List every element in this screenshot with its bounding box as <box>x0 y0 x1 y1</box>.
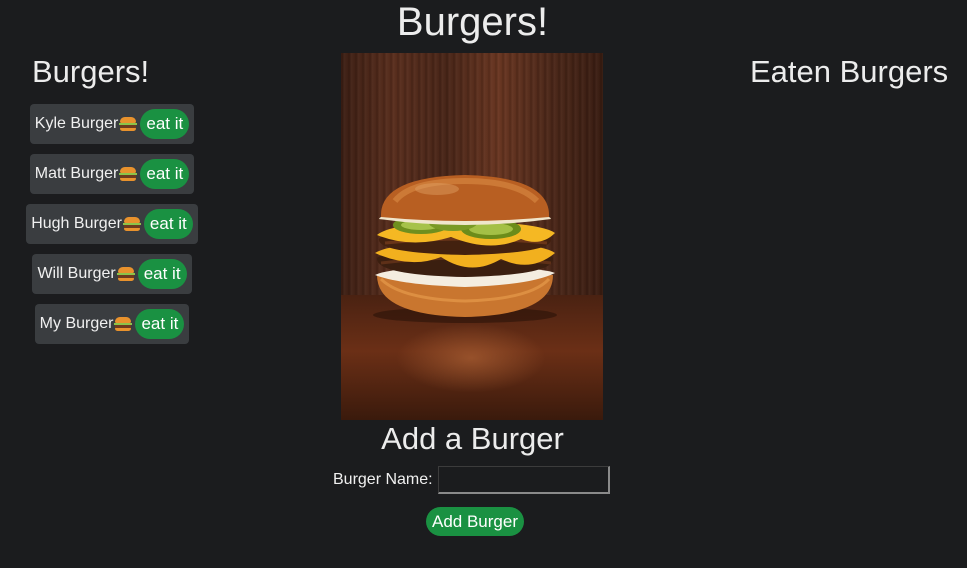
burgers-column-heading: Burgers! <box>32 54 150 89</box>
burger-name: Hugh Burger <box>31 215 122 232</box>
eat-it-button[interactable]: eat it <box>143 209 193 239</box>
eat-it-button[interactable]: eat it <box>140 109 190 139</box>
burger-chip: Kyle Burger eat it <box>29 104 195 144</box>
add-burger-button[interactable]: Add Burger <box>426 507 524 536</box>
burger-icon <box>114 316 133 332</box>
eat-it-button[interactable]: eat it <box>135 309 185 339</box>
add-burger-form: Burger Name: <box>333 466 610 494</box>
list-item: Hugh Burger eat it <box>10 204 214 254</box>
burger-name: My Burger <box>39 315 114 332</box>
burger-chip: Will Burger eat it <box>32 254 192 294</box>
add-burger-heading: Add a Burger <box>381 421 564 456</box>
burger-name-input[interactable] <box>437 466 610 494</box>
list-item: Will Burger eat it <box>10 254 214 304</box>
burger-icon <box>119 116 138 132</box>
list-item: My Burger eat it <box>10 304 214 354</box>
eaten-burgers-heading: Eaten Burgers <box>750 54 949 89</box>
burger-name-label: Burger Name: <box>333 471 433 488</box>
burger-chip: Hugh Burger eat it <box>26 204 198 244</box>
burger-name: Kyle Burger <box>34 115 119 132</box>
list-item: Kyle Burger eat it <box>10 104 214 154</box>
eat-it-button[interactable]: eat it <box>140 159 190 189</box>
list-item: Matt Burger eat it <box>10 154 214 204</box>
burger-icon <box>122 216 141 232</box>
burger-icon <box>116 266 135 282</box>
burger-photo <box>341 53 603 420</box>
burger-icon <box>119 166 138 182</box>
burger-list: Kyle Burger eat it Matt Burger eat it Hu… <box>10 104 214 354</box>
burger-chip: My Burger eat it <box>34 304 190 344</box>
burger-illustration <box>373 175 557 323</box>
page-title: Burgers! <box>396 0 549 44</box>
burger-name: Will Burger <box>37 265 116 282</box>
burger-chip: Matt Burger eat it <box>29 154 195 194</box>
burger-name: Matt Burger <box>34 165 119 182</box>
eat-it-button[interactable]: eat it <box>137 259 187 289</box>
